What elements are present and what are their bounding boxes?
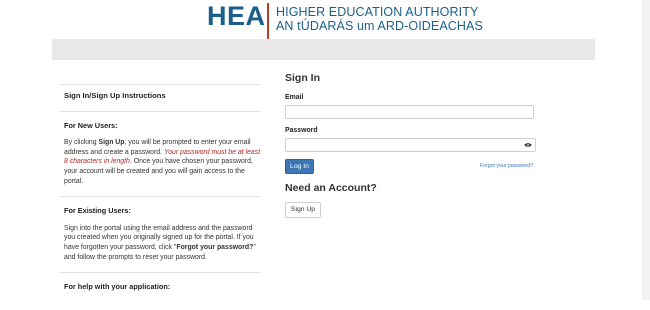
forgot-password-link[interactable]: Forgot your password?	[480, 163, 533, 169]
new-users-title: For New Users:	[64, 120, 118, 130]
show-password-eye-icon[interactable]	[524, 142, 532, 148]
logo-name: HIGHER EDUCATION AUTHORITY	[276, 5, 479, 19]
text-run-bold: Forgot your password?	[176, 243, 254, 251]
need-account-heading: Need an Account?	[285, 182, 377, 194]
divider	[59, 84, 261, 85]
instructions-title: Sign In/Sign Up Instructions	[64, 91, 166, 100]
page-scrollbar[interactable]	[642, 0, 650, 300]
navigation-bar	[52, 39, 595, 60]
logo-divider	[267, 3, 269, 39]
password-label: Password	[285, 127, 318, 134]
signin-panel: Sign In Email Password Log In Forgot you…	[285, 72, 545, 218]
text-run-bold: Sign Up	[98, 139, 125, 147]
email-label: Email	[285, 94, 304, 101]
signup-button[interactable]: Sign Up	[285, 202, 321, 218]
help-title: For help with your application:	[64, 282, 171, 292]
password-field[interactable]	[285, 138, 536, 152]
login-button[interactable]: Log In	[285, 159, 314, 174]
email-field[interactable]	[285, 105, 534, 119]
logo-irish-name: AN tÚDARÁS um ARD-OIDEACHAS	[276, 19, 483, 33]
help-section: For help with your application:	[64, 273, 261, 310]
signin-heading: Sign In	[285, 72, 320, 84]
new-users-text: By clicking Sign Up, you will be prompte…	[64, 138, 261, 186]
existing-users-section: For Existing Users: Sign into the portal…	[64, 197, 261, 272]
text-run: By clicking	[64, 139, 99, 147]
logo-abbreviation: HEA	[207, 1, 266, 31]
existing-users-title: For Existing Users:	[64, 206, 131, 216]
new-users-section: For New Users: By clicking Sign Up, you …	[64, 112, 261, 197]
existing-users-text: Sign into the portal using the email add…	[64, 224, 261, 262]
hea-logo[interactable]: HEA HIGHER EDUCATION AUTHORITY AN tÚDARÁ…	[0, 1, 650, 39]
instructions-panel: Sign In/Sign Up Instructions For New Use…	[59, 84, 261, 310]
